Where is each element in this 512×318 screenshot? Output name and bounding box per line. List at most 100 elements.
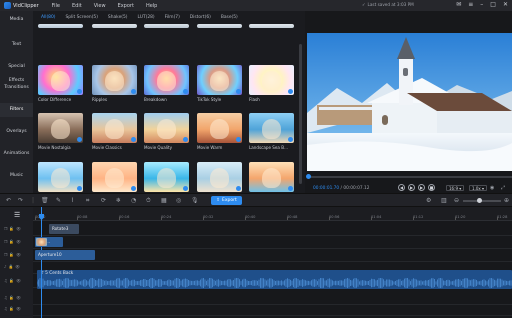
filter-card[interactable]: Movie Classics [92,113,137,150]
lock-icon[interactable]: 🔓 [9,239,14,244]
fullscreen-icon[interactable]: ⤢ [501,185,505,191]
visibility-icon[interactable]: 👁 [16,226,21,231]
time-ruler[interactable]: 00:0000:0800:1600:2400:3200:4000:4800:56… [33,207,512,221]
lock-icon[interactable]: 🔓 [8,264,13,269]
filter-card[interactable]: TikTok Style [197,65,242,102]
filter-card[interactable]: Flash [249,65,294,102]
download-icon[interactable] [236,89,241,94]
sidebar-item-media[interactable]: Media [0,13,33,27]
speed-dropdown[interactable]: 1.0x ▾ [469,185,488,191]
close-icon[interactable]: ✕ [503,1,508,8]
timeline-track[interactable] [33,303,512,316]
visibility-icon[interactable]: 👁 [16,239,21,244]
filter-card[interactable]: Movie Warm [197,113,242,150]
timeline-track[interactable] [33,236,512,249]
filter-card[interactable]: Film Quality [249,162,294,193]
lock-icon[interactable]: 🔓 [9,226,14,231]
filter-tab[interactable]: Distort(6) [190,15,211,20]
filter-tab[interactable]: Shake(5) [108,15,128,20]
snapshot-icon[interactable]: ◉ [490,185,494,191]
aspect-ratio-dropdown[interactable]: 16:9 ▾ [446,185,465,191]
filter-card[interactable]: 6-screen [38,24,83,28]
download-icon[interactable] [77,137,82,142]
lock-icon[interactable]: 🔓 [9,252,14,257]
minimize-icon[interactable]: – [480,1,483,8]
menu-icon[interactable]: ≡ [468,1,473,8]
filter-card[interactable]: Landscape Warm... [92,162,137,193]
download-icon[interactable] [288,186,293,191]
voice-icon[interactable]: 🎙 [191,197,199,204]
filter-card[interactable]: Movie Quality [144,113,189,150]
crop-icon[interactable]: ⌗ [86,197,89,204]
audio-clip[interactable]: ♪ 5 Cents Back [37,270,512,289]
filter-card[interactable]: 4-screen [144,24,189,28]
filter-card[interactable]: 3-screen [197,24,242,28]
filter-card[interactable]: Movie Nostalgia [38,113,83,150]
play-icon[interactable]: ▶ [408,184,415,191]
menu-file[interactable]: File [52,3,60,9]
filter-tab[interactable]: All(80) [41,15,55,20]
menu-edit[interactable]: Edit [72,3,82,9]
filter-scrollbar[interactable] [299,44,302,184]
filter-card[interactable]: Landscape Sea B... [249,113,294,150]
freeze-icon[interactable]: ❄ [116,197,121,204]
timeline-clip[interactable]: Aperture10 [35,250,95,260]
visibility-icon[interactable]: 👁 [16,278,21,283]
download-icon[interactable] [236,186,241,191]
visibility-icon[interactable]: 👁 [15,264,20,269]
download-icon[interactable] [131,137,136,142]
sidebar-item-text[interactable]: Text [0,38,33,52]
download-icon[interactable] [183,137,188,142]
lock-icon[interactable]: 🔓 [9,295,14,300]
speed-icon[interactable]: ◔ [131,197,136,204]
next-frame-icon[interactable]: ▶ [418,184,425,191]
download-icon[interactable] [183,89,188,94]
record-icon[interactable]: ◎ [176,197,181,204]
redo-icon[interactable]: ↷ [18,197,23,204]
sidebar-item-animations[interactable]: Animations [0,147,33,161]
filter-card[interactable]: 6-screen [92,24,137,28]
download-icon[interactable] [288,137,293,142]
duration-icon[interactable]: ⏱ [146,197,151,204]
prev-frame-icon[interactable]: ◀ [398,184,405,191]
sidebar-item-transitions[interactable]: Transitions [0,81,33,95]
timeline-clip[interactable]: Rotate3 [49,224,79,234]
lock-icon[interactable]: 🔓 [9,278,14,283]
download-icon[interactable] [77,186,82,191]
maximize-icon[interactable]: □ [490,1,496,8]
stop-icon[interactable]: ■ [428,184,435,191]
mosaic-icon[interactable]: ▦ [161,197,167,204]
visibility-icon[interactable]: 👁 [16,306,21,311]
undo-icon[interactable]: ↶ [6,197,11,204]
filter-tab[interactable]: Base(5) [221,15,238,20]
timeline-track[interactable] [33,223,512,236]
playhead[interactable] [41,207,42,318]
download-icon[interactable] [288,89,293,94]
download-icon[interactable] [236,137,241,142]
export-button[interactable]: ⇪ Export [211,196,242,205]
download-icon[interactable] [131,186,136,191]
sidebar-item-special-effects[interactable]: Special Effects [0,60,33,83]
preview-seekbar[interactable] [307,176,512,178]
split-icon[interactable]: ⌇ [71,197,74,204]
feedback-icon[interactable]: ✉ [456,1,461,8]
delete-icon[interactable]: 🗑 [41,197,49,204]
lock-icon[interactable]: 🔓 [9,306,14,311]
edit-icon[interactable]: ✎ [56,197,61,204]
filter-tab[interactable]: LUT(28) [138,15,155,20]
zoom-handle[interactable] [477,198,482,203]
settings-icon[interactable]: ⚙ [426,197,431,204]
menu-view[interactable]: View [94,3,106,9]
filter-card[interactable]: Ripples [92,65,137,102]
track-menu-icon[interactable]: ☰ [14,211,20,219]
filter-card[interactable]: Landscape Vitality [144,162,189,193]
download-icon[interactable] [183,186,188,191]
zoom-out-icon[interactable]: ⊖ [454,197,459,204]
timeline-zoom-slider[interactable] [463,198,501,203]
visibility-icon[interactable]: 👁 [16,252,21,257]
visibility-icon[interactable]: 👁 [16,295,21,300]
menu-export[interactable]: Export [118,3,134,9]
filter-tab[interactable]: Film(7) [165,15,180,20]
filter-card[interactable]: Color Difference [38,65,83,102]
filter-card[interactable]: 2-screen [249,24,294,28]
